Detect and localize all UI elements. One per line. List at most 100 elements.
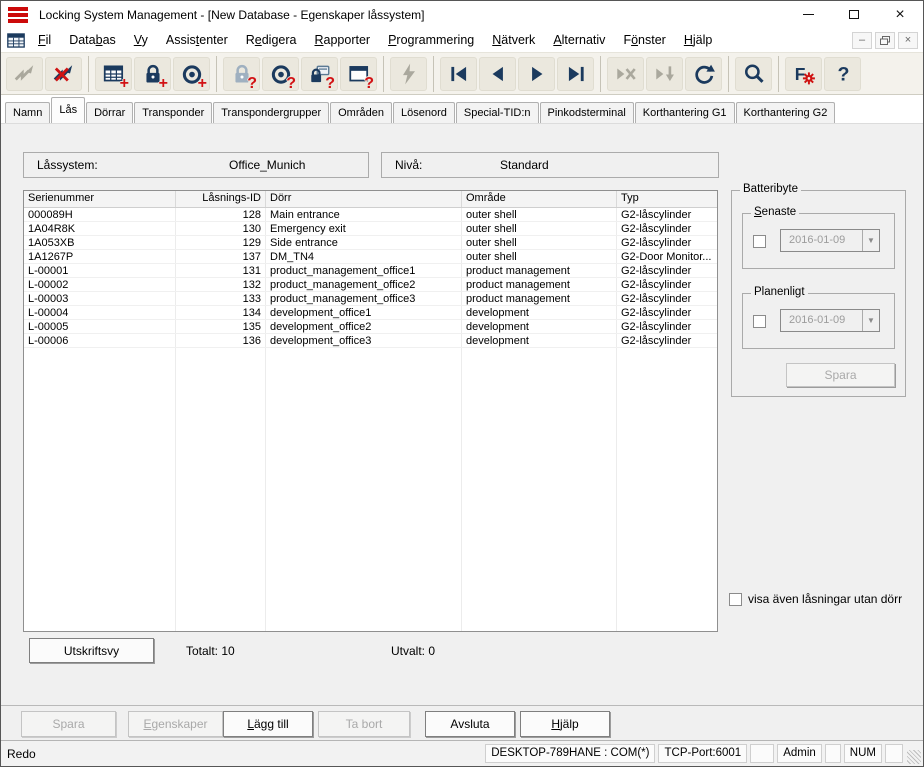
skip-down-button[interactable] bbox=[646, 56, 683, 91]
table-cell: 137 bbox=[176, 250, 266, 263]
battery-save-button[interactable]: Spara bbox=[786, 363, 895, 387]
column-header-d-rr[interactable]: Dörr bbox=[266, 191, 462, 207]
new-lock-button[interactable]: + bbox=[134, 56, 171, 92]
mdi-close-button[interactable]: × bbox=[898, 31, 918, 49]
new-transponder-button[interactable]: + bbox=[173, 56, 210, 91]
read-transponder-button[interactable]: ? bbox=[262, 56, 299, 91]
menu-item-n-tverk[interactable]: Nätverk bbox=[483, 30, 544, 50]
restore-icon bbox=[880, 35, 890, 45]
table-empty-row bbox=[24, 516, 717, 530]
tab-pinkodsterminal[interactable]: Pinkodsterminal bbox=[539, 102, 634, 123]
column-header-serienummer[interactable]: Serienummer bbox=[24, 191, 176, 207]
table-empty-row bbox=[24, 502, 717, 516]
maximize-icon bbox=[849, 10, 859, 19]
resize-grip[interactable] bbox=[907, 749, 921, 764]
tab-namn[interactable]: Namn bbox=[5, 102, 51, 123]
battery-latest-checkbox[interactable] bbox=[753, 235, 766, 248]
tab-special-tid-n[interactable]: Special-TID:n bbox=[455, 102, 539, 123]
action-avsluta-button[interactable]: Avsluta bbox=[425, 711, 515, 737]
action-ta-bort-button[interactable]: Ta bort bbox=[318, 711, 410, 737]
menu-item-f-nster[interactable]: Fönster bbox=[614, 30, 674, 50]
menu-item-redigera[interactable]: Redigera bbox=[237, 30, 306, 50]
status-panel-3: Admin bbox=[777, 744, 822, 763]
table-row[interactable]: L-00006 136 development_office3 development… bbox=[24, 334, 717, 348]
cancel-navigation-button[interactable] bbox=[607, 56, 644, 91]
print-view-button[interactable]: Utskriftsvy bbox=[29, 638, 154, 663]
battery-latest-date-select[interactable]: 2016-01-09 ▼ bbox=[780, 229, 880, 252]
tab-korthantering-g1[interactable]: Korthantering G1 bbox=[634, 102, 735, 123]
level-value: Standard bbox=[500, 158, 549, 172]
menu-item-vy[interactable]: Vy bbox=[125, 30, 157, 50]
chevron-down-icon: ▼ bbox=[862, 230, 879, 251]
menu-item-databas[interactable]: Databas bbox=[60, 30, 125, 50]
filter-settings-button[interactable]: F bbox=[785, 56, 822, 91]
tab-transpondergrupper[interactable]: Transpondergrupper bbox=[213, 102, 330, 123]
tab-l-senord[interactable]: Lösenord bbox=[392, 102, 455, 123]
last-record-button[interactable] bbox=[557, 56, 594, 91]
read-lock-button[interactable]: ? bbox=[223, 56, 260, 91]
help-button[interactable]: ? bbox=[824, 56, 861, 91]
maximize-button[interactable] bbox=[831, 1, 877, 28]
flash-button[interactable] bbox=[390, 56, 427, 91]
next-record-icon bbox=[525, 62, 549, 86]
table-cell: Side entrance bbox=[266, 236, 462, 249]
minimize-button[interactable] bbox=[785, 1, 831, 28]
table-row[interactable]: L-00001 131 product_management_office1 prod… bbox=[24, 264, 717, 278]
action-hj-lp-button[interactable]: Hjälp bbox=[520, 711, 610, 737]
column-header-l-snings-id[interactable]: Låsnings-ID bbox=[176, 191, 266, 207]
refresh-button[interactable] bbox=[685, 56, 722, 91]
table-cell: 1A04R8K bbox=[24, 222, 176, 235]
table-row[interactable]: L-00002 132 product_management_office2 prod… bbox=[24, 278, 717, 292]
search-button[interactable] bbox=[735, 56, 772, 91]
disconnect-button[interactable] bbox=[45, 56, 82, 91]
action-l-gg-till-button[interactable]: Lägg till bbox=[223, 711, 313, 737]
table-row[interactable]: 000089H 128 Main entrance outer shell G2-lås… bbox=[24, 208, 717, 222]
table-row[interactable]: L-00004 134 development_office1 development… bbox=[24, 306, 717, 320]
column-header-typ[interactable]: Typ bbox=[617, 191, 717, 207]
connect-button[interactable] bbox=[6, 56, 43, 91]
first-record-button[interactable] bbox=[440, 56, 477, 91]
action-bar: Spara Egenskaper Lägg till Ta bort Avsluta Hj… bbox=[1, 705, 923, 740]
tab-korthantering-g2[interactable]: Korthantering G2 bbox=[735, 102, 836, 123]
status-panel-0: DESKTOP-789HANE : COM(*) bbox=[485, 744, 656, 763]
menu-item-rapporter[interactable]: Rapporter bbox=[305, 30, 379, 50]
close-button[interactable]: × bbox=[877, 1, 923, 28]
menu-item-alternativ[interactable]: Alternativ bbox=[544, 30, 614, 50]
table-row[interactable]: 1A1267P 137 DM_TN4 outer shell G2-Door Monit… bbox=[24, 250, 717, 264]
new-locking-system-button[interactable]: + bbox=[95, 56, 132, 91]
battery-scheduled-date-select[interactable]: 2016-01-09 ▼ bbox=[780, 309, 880, 332]
action-egenskaper-button[interactable]: Egenskaper bbox=[128, 711, 223, 737]
table-cell: 135 bbox=[176, 320, 266, 333]
mdi-restore-button[interactable] bbox=[875, 31, 895, 49]
battery-scheduled-checkbox[interactable] bbox=[753, 315, 766, 328]
menu-item-programmering[interactable]: Programmering bbox=[379, 30, 483, 50]
next-record-button[interactable] bbox=[518, 56, 555, 91]
table-row[interactable]: 1A04R8K 130 Emergency exit outer shell G2-lå… bbox=[24, 222, 717, 236]
action-spara-button[interactable]: Spara bbox=[21, 711, 116, 737]
read-g1-lock-button[interactable]: ? bbox=[301, 56, 338, 91]
table-empty-row bbox=[24, 600, 717, 614]
close-icon: × bbox=[895, 5, 905, 23]
table-cell: G2-låscylinder bbox=[621, 293, 692, 305]
menu-items: Fil Databas Vy Assistenter Redigera Rapporter… bbox=[29, 30, 721, 50]
table-cell: L-00004 bbox=[24, 306, 176, 319]
menu-item-fil[interactable]: Fil bbox=[29, 30, 60, 50]
tab-l-s[interactable]: Lås bbox=[51, 97, 86, 123]
tab-omr-den[interactable]: Områden bbox=[330, 102, 392, 123]
table-cell: G2-låscylinder bbox=[621, 321, 692, 333]
menu-item-assistenter[interactable]: Assistenter bbox=[157, 30, 237, 50]
previous-record-button[interactable] bbox=[479, 56, 516, 91]
tab-transponder[interactable]: Transponder bbox=[134, 102, 213, 123]
read-window-button[interactable]: ? bbox=[340, 56, 377, 91]
table-row[interactable]: L-00005 135 development_office2 development… bbox=[24, 320, 717, 334]
tab-d-rrar[interactable]: Dörrar bbox=[86, 102, 134, 123]
menu-item-hj-lp[interactable]: Hjälp bbox=[675, 30, 722, 50]
plus-badge-icon: + bbox=[158, 74, 168, 92]
table-row[interactable]: 1A053XB 129 Side entrance outer shell G2-lås… bbox=[24, 236, 717, 250]
table-empty-row bbox=[24, 446, 717, 460]
mdi-minimize-button[interactable]: – bbox=[852, 31, 872, 49]
table-cell: DM_TN4 bbox=[266, 250, 462, 263]
table-row[interactable]: L-00003 133 product_management_office3 prod… bbox=[24, 292, 717, 306]
column-header-omr-de[interactable]: Område bbox=[462, 191, 617, 207]
show-locks-without-door-checkbox[interactable] bbox=[729, 592, 742, 606]
